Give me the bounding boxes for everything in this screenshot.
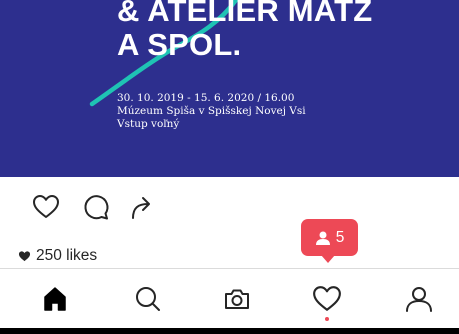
heart-filled-icon — [18, 251, 31, 262]
event-admission: Vstup voľný — [117, 118, 180, 130]
heart-outline-icon — [33, 195, 59, 218]
activity-indicator-dot — [325, 317, 329, 321]
profile-icon — [406, 287, 432, 312]
post-action-bar — [0, 177, 459, 233]
nav-divider — [0, 268, 459, 269]
bottom-edge — [0, 328, 459, 334]
heart-outline-icon — [313, 286, 341, 311]
share-arrow-icon — [132, 197, 150, 219]
comment-button[interactable] — [82, 193, 110, 221]
event-venue: Múzeum Spiša v Spišskej Novej Vsi — [117, 105, 306, 117]
home-icon — [44, 287, 66, 311]
post-image[interactable]: & ATELIÉR MATZ A SPOL. 30. 10. 2019 - 15… — [0, 0, 459, 177]
search-icon — [136, 287, 160, 311]
likes-count[interactable]: 250 likes — [18, 247, 97, 265]
likes-text: 250 likes — [36, 247, 98, 264]
post-details: 30. 10. 2019 - 15. 6. 2020 / 16.00 Múzeu… — [117, 92, 306, 131]
post-headline: & ATELIÉR MATZ A SPOL. — [117, 0, 372, 62]
share-button[interactable] — [130, 193, 158, 221]
bottom-navigation — [0, 274, 459, 328]
comment-bubble-icon — [84, 195, 109, 220]
nav-search[interactable] — [133, 284, 163, 314]
nav-profile[interactable] — [404, 284, 434, 314]
notification-tail — [321, 255, 335, 263]
nav-home[interactable] — [40, 284, 70, 314]
headline-line: A SPOL. — [117, 27, 242, 62]
nav-activity[interactable] — [312, 284, 342, 314]
post-footer-panel: 250 likes — [0, 177, 459, 334]
notification-count: 5 — [335, 228, 345, 246]
person-icon — [315, 231, 330, 245]
like-button[interactable] — [32, 193, 60, 221]
headline-line: & ATELIÉR MATZ — [117, 0, 373, 28]
follower-notification-badge[interactable]: 5 — [301, 219, 358, 256]
nav-camera[interactable] — [222, 284, 252, 314]
camera-icon — [225, 289, 249, 309]
event-dates: 30. 10. 2019 - 15. 6. 2020 / 16.00 — [117, 92, 295, 104]
